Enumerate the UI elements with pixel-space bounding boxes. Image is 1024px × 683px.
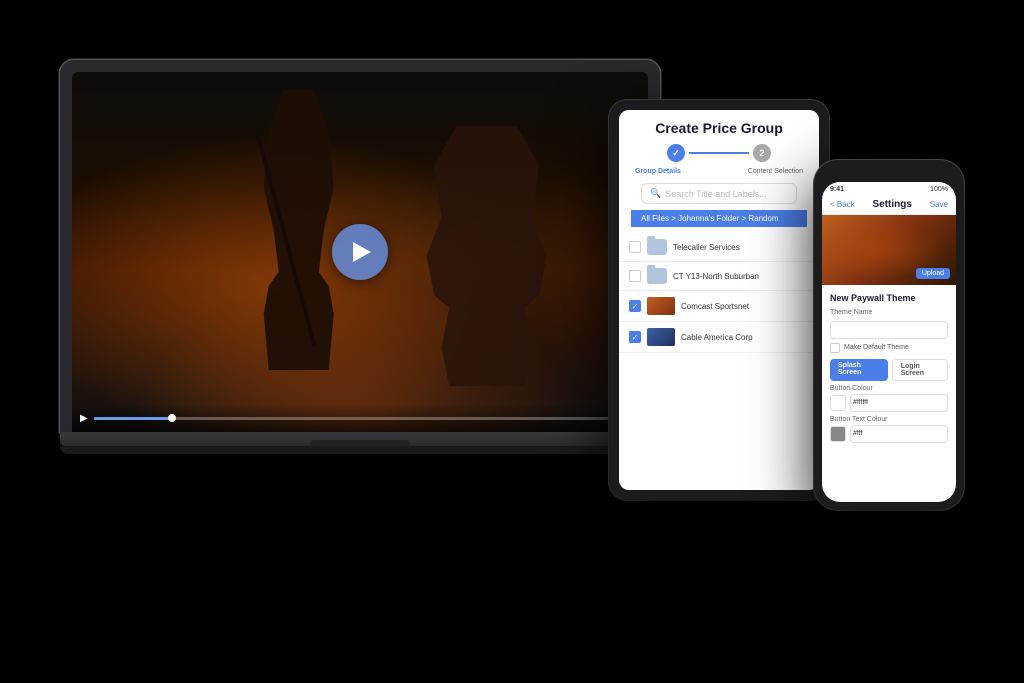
button-text-color-swatch[interactable] [830,426,846,442]
stepper-labels: Group Details Content Selection [631,168,807,175]
stepper: ✓ 2 [631,144,807,162]
item-name-2: Comcast Sportsnet [681,302,809,311]
progress-bar[interactable] [94,417,617,420]
button-color-row [830,394,948,412]
theme-name-label: Theme Name [830,309,948,316]
search-placeholder: Search Title and Labels... [665,189,767,199]
list-item[interactable]: CT Y13-North Suburban [619,262,819,291]
button-color-label: Button Colour [830,385,948,392]
button-text-color-row [830,425,948,443]
button-text-color-label: Button Text Colour [830,416,948,423]
login-screen-button[interactable]: Login Screen [892,359,948,381]
phone-status-bar: 9:41 100% [822,182,956,197]
folder-icon [647,268,667,284]
search-icon: 🔍 [650,188,661,199]
laptop-notch [310,440,410,446]
phone-save-button[interactable]: Save [930,200,948,209]
step-2-number: 2 [759,148,764,158]
button-color-input[interactable] [850,394,948,412]
phone-video-preview: Upload [822,215,956,285]
phone-form-section: New Paywall Theme Theme Name Make Defaul… [822,285,956,451]
list-item[interactable]: ✓ Cable America Corp [619,322,819,353]
step-2-circle: 2 [753,144,771,162]
tablet-list: Telecaller Services CT Y13-North Suburba… [619,233,819,353]
phone-notch [864,168,914,178]
screen-toggle-row: Splash Screen Login Screen [830,359,948,381]
step-line [689,152,749,154]
laptop-screen-outer: ▶ 0:06 [60,60,660,432]
item-name-0: Telecaller Services [673,243,809,252]
progress-fill [94,417,172,420]
default-theme-label: Make Default Theme [844,344,909,351]
tablet-search[interactable]: 🔍 Search Title and Labels... [641,183,797,204]
phone-battery: 100% [930,186,948,193]
phone: 9:41 100% < Back Settings Save Upload Ne… [814,160,964,510]
item-name-3: Cable America Corp [681,333,809,342]
video-controls: ▶ 0:06 [72,404,648,432]
default-theme-checkbox[interactable] [830,343,840,353]
step-2-label: Content Selection [748,168,803,175]
laptop-video: ▶ 0:06 [72,72,648,432]
play-button[interactable] [332,224,388,280]
step-1-label: Group Details [635,168,681,175]
scene: ▶ 0:06 Create Price Group [0,0,1024,683]
step-1-number: ✓ [672,148,680,159]
phone-nav-title: Settings [873,199,912,210]
volume-icon[interactable]: ▶ [80,413,88,424]
default-theme-row: Make Default Theme [830,343,948,353]
tablet-header: Create Price Group ✓ 2 Group Details Con… [619,110,819,233]
checkbox-1[interactable] [629,270,641,282]
laptop: ▶ 0:06 [60,60,660,454]
breadcrumb-text: All Files > Johanna's Folder > Random [641,214,779,223]
folder-icon [647,239,667,255]
phone-upload-button[interactable]: Upload [916,268,950,279]
tablet-title: Create Price Group [631,120,807,136]
item-name-1: CT Y13-North Suburban [673,272,809,281]
phone-time: 9:41 [830,186,844,193]
laptop-foot [60,446,660,454]
phone-back-button[interactable]: < Back [830,200,855,209]
checkbox-2[interactable]: ✓ [629,300,641,312]
button-color-swatch[interactable] [830,395,846,411]
video-thumb-3 [647,328,675,346]
progress-dot [168,414,176,422]
list-item[interactable]: ✓ Comcast Sportsnet [619,291,819,322]
breadcrumb-bar: All Files > Johanna's Folder > Random [631,210,807,227]
list-item[interactable]: Telecaller Services [619,233,819,262]
step-1-circle: ✓ [667,144,685,162]
phone-nav: < Back Settings Save [822,197,956,215]
laptop-base [60,432,660,446]
tablet: Create Price Group ✓ 2 Group Details Con… [609,100,829,500]
checkbox-0[interactable] [629,241,641,253]
play-icon [353,242,371,262]
video-thumb-2 [647,297,675,315]
phone-screen: 9:41 100% < Back Settings Save Upload Ne… [822,182,956,502]
splash-screen-button[interactable]: Splash Screen [830,359,888,381]
phone-section-title: New Paywall Theme [830,293,948,303]
tablet-screen: Create Price Group ✓ 2 Group Details Con… [619,110,819,490]
theme-name-input[interactable] [830,321,948,339]
laptop-screen: ▶ 0:06 [72,72,648,432]
checkbox-3[interactable]: ✓ [629,331,641,343]
button-text-color-input[interactable] [850,425,948,443]
